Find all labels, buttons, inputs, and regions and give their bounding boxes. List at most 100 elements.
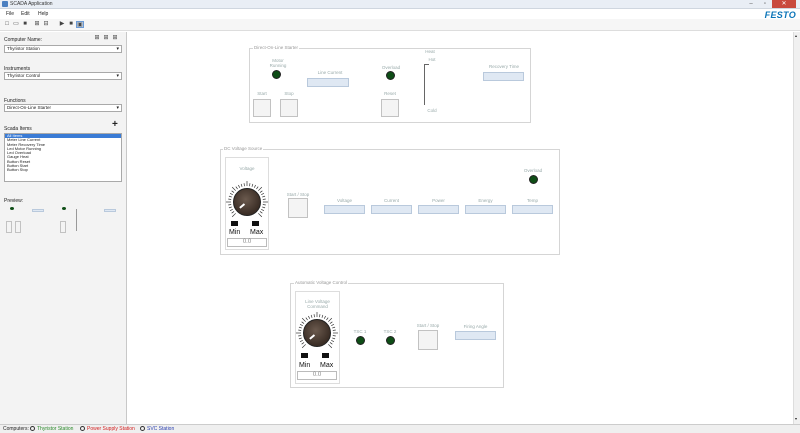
computer-name-label: Computer Name: xyxy=(4,37,43,43)
knob-tick xyxy=(229,208,233,211)
knob-tick xyxy=(251,183,254,187)
voltage-meter xyxy=(324,205,365,214)
min-marker-icon xyxy=(301,353,308,358)
power-supply-station-name: Power Supply Station xyxy=(87,426,135,432)
knob-tick xyxy=(328,344,333,349)
knob-tick xyxy=(259,190,263,193)
knob-tick xyxy=(331,324,335,327)
tsc1-led xyxy=(356,336,365,345)
open-folder-icon[interactable]: ▭ xyxy=(12,21,20,28)
knob-tick xyxy=(326,317,329,321)
chevron-down-icon: ▾ xyxy=(116,73,119,79)
stop-icon[interactable]: ■ xyxy=(67,21,75,28)
scroll-up-icon[interactable]: ▴ xyxy=(795,33,797,38)
power-supply-station-status[interactable]: Power Supply Station xyxy=(80,426,135,432)
svc-station-name: SVC Station xyxy=(147,426,175,432)
instruments-select[interactable]: Thyristor Control ▾ xyxy=(4,72,122,80)
tsc2-label: TSC 2 xyxy=(383,329,397,334)
energy-meter-label: Energy xyxy=(478,198,493,203)
knob-tick xyxy=(231,190,235,193)
scroll-down-icon[interactable]: ▾ xyxy=(795,416,797,421)
dc-start-stop-button[interactable] xyxy=(288,198,308,218)
knob-tick xyxy=(301,317,306,322)
new-file-icon[interactable]: □ xyxy=(3,21,11,28)
line-current-label: Line Current xyxy=(317,70,343,75)
voltage-knob-label: Voltage xyxy=(239,166,255,171)
thyristor-station-name: Thyristor Station xyxy=(37,426,74,432)
knob-tick xyxy=(261,208,265,211)
menu-file[interactable]: File xyxy=(6,11,14,17)
start-button[interactable] xyxy=(253,99,271,117)
knob-tick xyxy=(298,326,302,329)
knob-tick xyxy=(261,193,265,196)
knob-tick xyxy=(231,211,235,214)
knob-tick xyxy=(258,213,263,218)
layout-icon[interactable]: ⊞ xyxy=(33,21,41,28)
knob-tick xyxy=(231,213,236,218)
edit-mode-icon[interactable]: ▣ xyxy=(76,21,84,28)
hot-label: Hot xyxy=(428,57,436,62)
avc-start-stop-label: Start / Stop xyxy=(416,323,440,328)
edit-computer-icon[interactable]: ⊞ xyxy=(102,35,110,42)
menu-help[interactable]: Help xyxy=(38,11,48,17)
knob-tick xyxy=(305,317,308,321)
tsc1-label: TSC 1 xyxy=(353,329,367,334)
status-dot-icon xyxy=(80,426,85,432)
close-button[interactable]: ✕ xyxy=(772,0,796,8)
knob-tick xyxy=(328,317,333,322)
computer-select[interactable]: Thyristor Station ▾ xyxy=(4,45,122,53)
knob-tick xyxy=(310,314,313,318)
maximize-button[interactable]: ▫ xyxy=(758,0,772,8)
play-icon[interactable]: ▶ xyxy=(58,21,66,28)
heat-label: Heat xyxy=(425,49,435,54)
menu-edit[interactable]: Edit xyxy=(21,11,30,17)
temp-meter-label: Temp xyxy=(526,198,538,203)
knob-tick xyxy=(323,315,326,319)
energy-meter xyxy=(465,205,506,214)
remove-computer-icon[interactable]: ⊞ xyxy=(111,35,119,42)
dc-panel-title: DC Voltage Source xyxy=(223,146,264,151)
knob-tick xyxy=(228,206,232,209)
knob-tick xyxy=(238,184,241,188)
window-title: SCADA Application xyxy=(10,1,53,7)
grid-icon[interactable]: ⊟ xyxy=(42,21,50,28)
save-icon[interactable]: ■ xyxy=(21,21,29,28)
svc-station-status[interactable]: SVC Station xyxy=(140,426,174,432)
overload-label: Overload xyxy=(381,65,401,70)
dc-start-stop-label: Start / Stop xyxy=(286,192,310,197)
knob-tick xyxy=(301,344,306,349)
vertical-scrollbar[interactable]: ▴ ▾ xyxy=(793,32,800,424)
overload-led xyxy=(386,71,395,80)
avc-knob-min-label: Min xyxy=(299,362,311,369)
line-voltage-knob[interactable] xyxy=(303,319,331,347)
minimize-button[interactable]: – xyxy=(744,0,758,8)
knob-tick xyxy=(235,186,238,190)
add-item-icon[interactable]: + xyxy=(112,120,118,130)
firing-angle-meter xyxy=(455,331,496,340)
min-marker-icon xyxy=(231,221,238,226)
functions-select[interactable]: Direct-On-Line Starter ▾ xyxy=(4,104,122,112)
voltage-meter-label: Voltage xyxy=(336,198,352,203)
add-computer-icon[interactable]: ⊞ xyxy=(93,35,101,42)
knob-tick xyxy=(240,183,243,187)
status-dot-icon xyxy=(140,426,145,432)
heat-gauge-bar xyxy=(424,64,425,105)
avc-start-stop-button[interactable] xyxy=(418,330,438,350)
knob-tick xyxy=(298,337,302,340)
thyristor-station-status[interactable]: Thyristor Station xyxy=(30,426,73,432)
voltage-knob[interactable] xyxy=(233,188,261,216)
knob-tick xyxy=(299,324,303,327)
knob-tick xyxy=(308,315,311,319)
stop-button[interactable] xyxy=(280,99,298,117)
knob-tick xyxy=(332,326,336,329)
scada-items-list[interactable]: All Items Meter Line Current Meter Recov… xyxy=(4,133,122,182)
line-current-meter xyxy=(307,78,349,87)
firing-angle-label: Firing Angle xyxy=(463,324,488,329)
status-bar: Computers: Thyristor Station Power Suppl… xyxy=(0,424,800,433)
reset-button[interactable] xyxy=(381,99,399,117)
knob-tick xyxy=(259,211,263,214)
voltage-value-display: 0.0 xyxy=(227,238,267,247)
list-item[interactable]: Button Stop xyxy=(5,168,121,173)
start-label: Start xyxy=(257,91,267,96)
power-meter xyxy=(418,205,459,214)
